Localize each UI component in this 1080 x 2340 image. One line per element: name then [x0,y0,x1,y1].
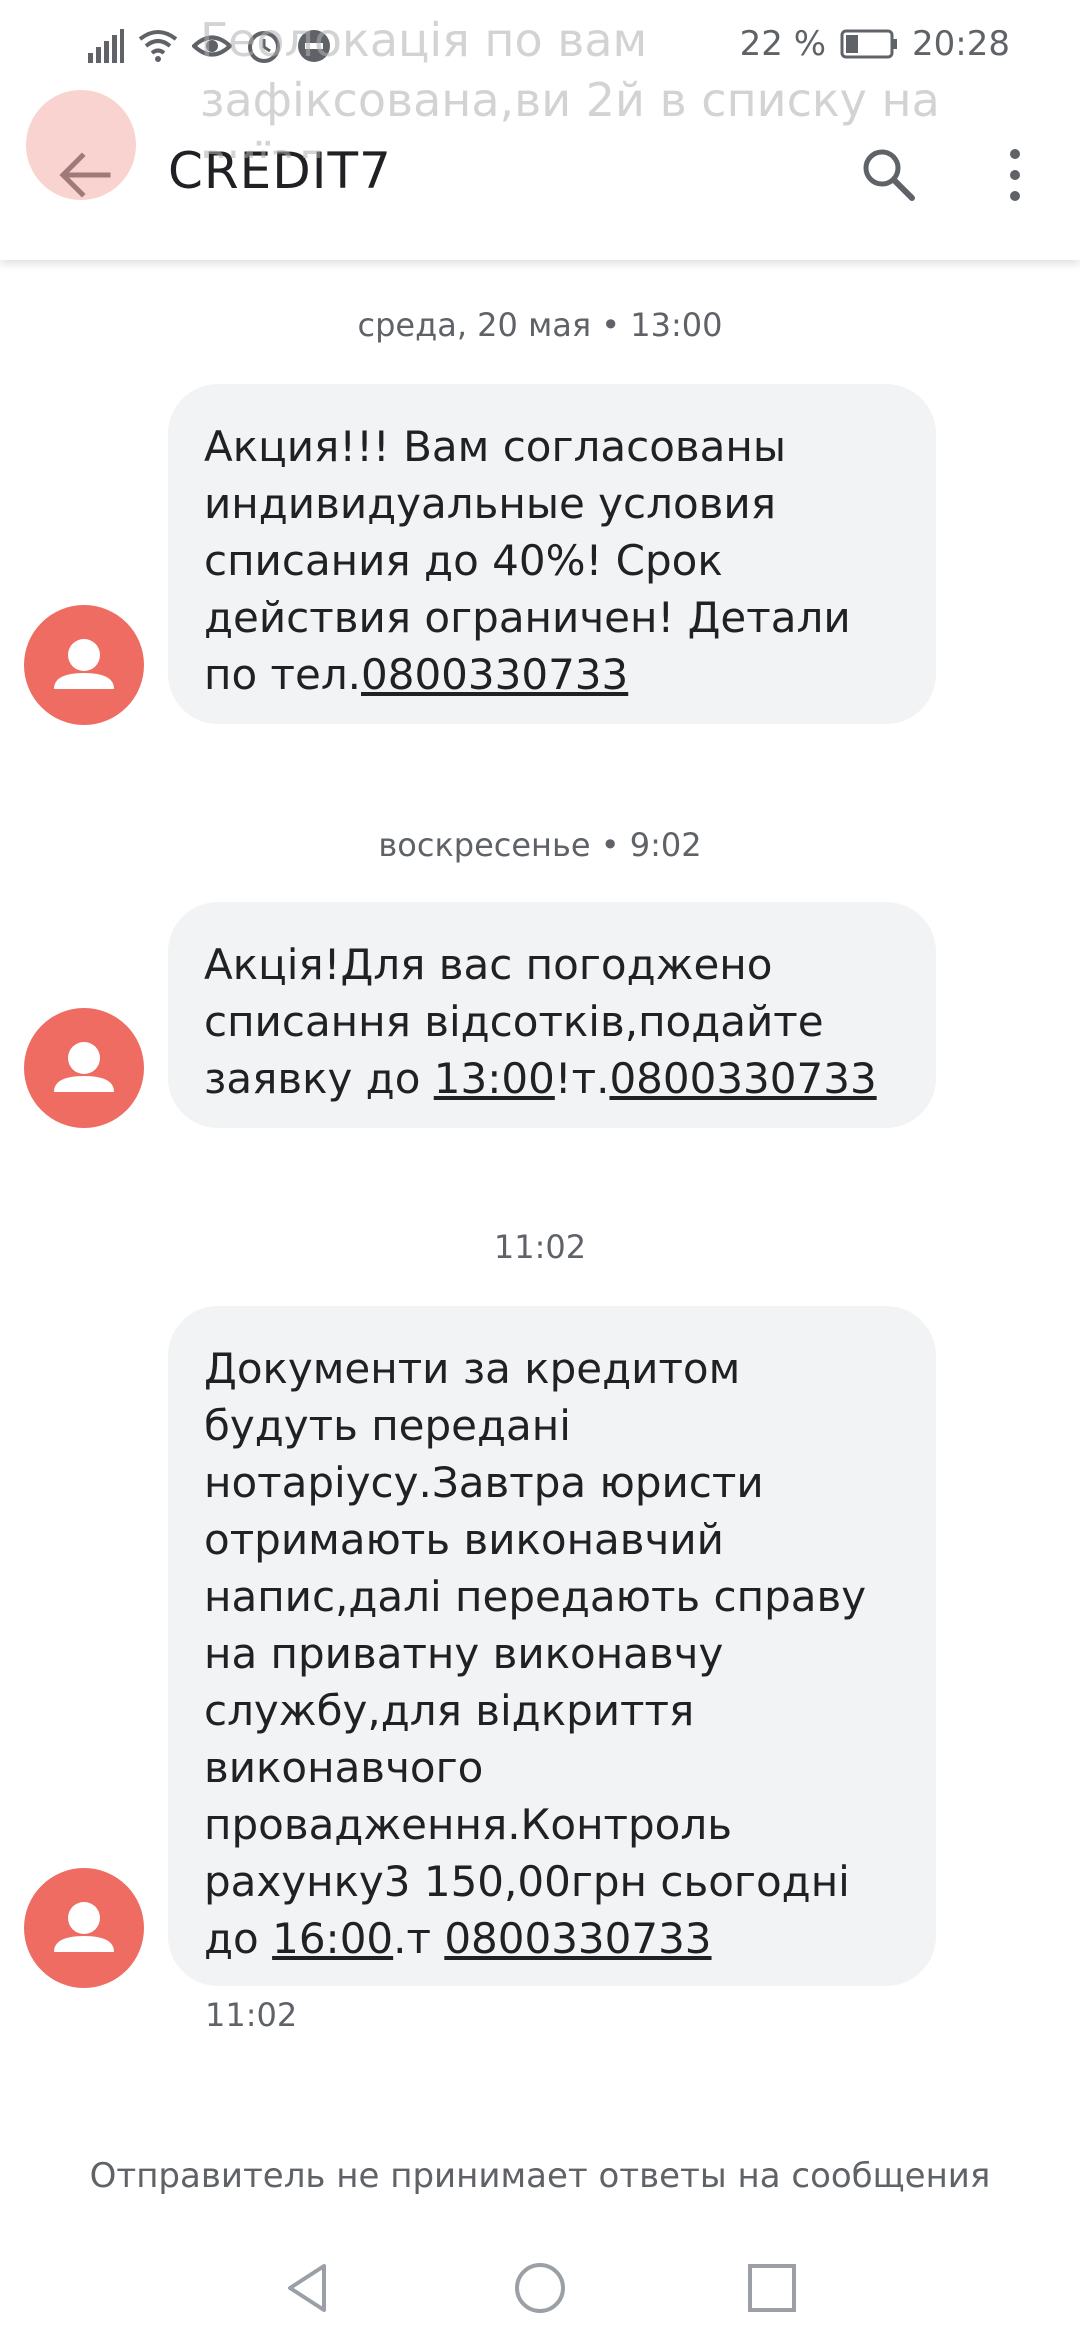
conversation-title: CREDIT7 [168,142,392,200]
message-bubble[interactable]: Документи за кредитом будуть передані но… [168,1306,936,1986]
status-bar: 22 % 20:28 [0,0,1080,90]
system-navigation-bar [0,2220,1080,2340]
status-icons-left [88,28,332,64]
date-separator: воскресенье • 9:02 [378,826,702,864]
message-bubble[interactable]: Акція!Для вас погоджено списання відсотк… [168,902,936,1128]
square-recents-icon [748,2264,796,2312]
person-icon [54,1902,114,1952]
alarm-icon [248,31,280,63]
nav-home-button[interactable] [510,2258,570,2318]
triangle-back-icon [288,2264,326,2312]
person-icon [54,639,114,689]
status-time: 20:28 [912,24,1010,64]
more-options-button[interactable] [995,140,1035,210]
signal-icon [88,29,124,63]
avatar[interactable] [24,1868,144,1988]
phone-link[interactable]: 0800330733 [361,650,628,699]
time-link[interactable]: 16:00 [272,1914,393,1963]
status-icons-right: 22 % 20:28 [740,24,1010,64]
no-reply-notice: Отправитель не принимает ответы на сообщ… [89,2156,991,2196]
more-vert-icon [1010,149,1020,201]
eye-icon [192,35,232,57]
person-icon [54,1042,114,1092]
date-separator: 11:02 [493,1228,587,1266]
message-text: .т [393,1914,445,1963]
search-icon [863,149,915,201]
message-text: !т. [554,1054,610,1103]
avatar[interactable] [24,1008,144,1128]
message-text: Документи за кредитом будуть передані но… [204,1344,867,1963]
notification-avatar [26,90,136,200]
search-button[interactable] [854,140,924,210]
message-timestamp: 11:02 [205,1996,298,2034]
nav-back-button[interactable] [278,2258,338,2318]
time-link[interactable]: 13:00 [434,1054,555,1103]
app-bar: CREDIT7 [0,90,1080,260]
wifi-icon [138,30,178,62]
phone-link[interactable]: 0800330733 [444,1914,711,1963]
circle-home-icon [515,2263,565,2313]
avatar[interactable] [24,605,144,725]
nav-recents-button[interactable] [742,2258,802,2318]
phone-link[interactable]: 0800330733 [609,1054,876,1103]
do-not-disturb-icon [298,30,330,62]
battery-icon [840,29,898,59]
battery-percent: 22 % [739,24,827,64]
date-separator: среда, 20 мая • 13:00 [357,306,723,344]
message-bubble[interactable]: Акция!!! Вам согласованы индивидуальные … [168,384,936,724]
